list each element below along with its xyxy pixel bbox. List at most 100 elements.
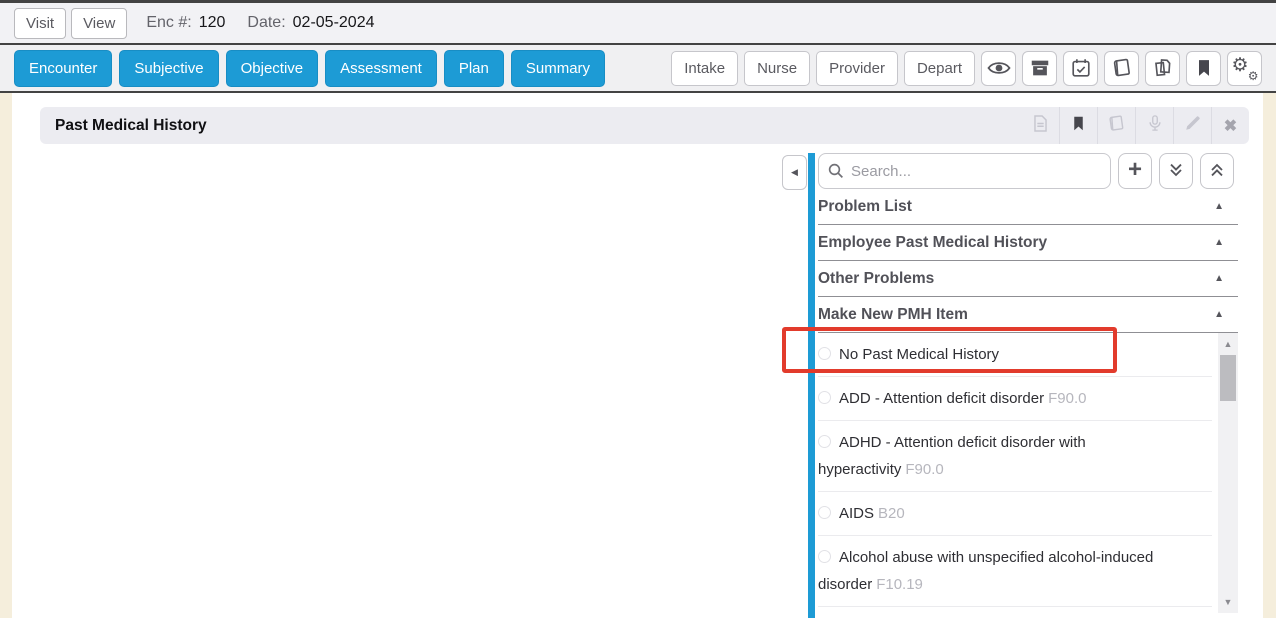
scroll-down-icon[interactable]: ▼ bbox=[1218, 597, 1238, 607]
list-item-adhd[interactable]: ADHD - Attention deficit disorder with h… bbox=[818, 421, 1212, 492]
archive-button[interactable] bbox=[1022, 51, 1057, 86]
tab-summary[interactable]: Summary bbox=[511, 50, 605, 87]
gear-large-glyph: ⚙ bbox=[1232, 54, 1249, 77]
item-label: ADHD - Attention deficit disorder with h… bbox=[818, 434, 1086, 478]
search-field-wrap bbox=[818, 153, 1111, 189]
chevron-double-up-icon bbox=[1207, 160, 1227, 183]
group-make-new-pmh[interactable]: Make New PMH Item ▲ bbox=[818, 297, 1238, 333]
date-value: 02-05-2024 bbox=[293, 14, 375, 32]
document-icon bbox=[1031, 114, 1050, 138]
close-section-button[interactable]: ✖ bbox=[1211, 107, 1249, 144]
collapse-triangle-icon: ▲ bbox=[1214, 237, 1224, 248]
scroll-up-icon[interactable]: ▲ bbox=[1218, 339, 1238, 349]
nav-toolbar: Encounter Subjective Objective Assessmen… bbox=[0, 45, 1276, 93]
group-title: Employee Past Medical History bbox=[818, 234, 1047, 252]
item-code: F90.0 bbox=[905, 461, 943, 478]
microphone-icon bbox=[1146, 114, 1164, 137]
search-input[interactable] bbox=[818, 153, 1111, 189]
microphone-button[interactable] bbox=[1135, 107, 1173, 144]
book-button[interactable] bbox=[1104, 51, 1139, 86]
search-icon bbox=[827, 162, 845, 185]
group-other-problems[interactable]: Other Problems ▲ bbox=[818, 261, 1238, 297]
tab-subjective[interactable]: Subjective bbox=[119, 50, 218, 87]
panel-collapse-button[interactable]: ◀ bbox=[782, 155, 807, 190]
radio-icon bbox=[818, 506, 831, 519]
collapse-triangle-icon: ▲ bbox=[1214, 201, 1224, 212]
radio-icon bbox=[818, 550, 831, 563]
list-item-no-pmh[interactable]: No Past Medical History bbox=[818, 333, 1212, 377]
nurse-button[interactable]: Nurse bbox=[744, 51, 810, 86]
eye-icon bbox=[987, 56, 1011, 80]
item-label: No Past Medical History bbox=[839, 346, 999, 363]
book-icon bbox=[1111, 57, 1133, 79]
panel-accent-bar bbox=[808, 153, 815, 618]
copy-pages-button[interactable] bbox=[1145, 51, 1180, 86]
eye-button[interactable] bbox=[981, 51, 1016, 86]
scrollbar-thumb[interactable] bbox=[1220, 355, 1236, 401]
provider-button[interactable]: Provider bbox=[816, 51, 898, 86]
panel-controls: + bbox=[818, 153, 1238, 189]
group-title: Other Problems bbox=[818, 270, 934, 288]
gears-icon: ⚙ ⚙ bbox=[1234, 57, 1256, 79]
expand-all-button[interactable] bbox=[1159, 153, 1193, 189]
gears-button[interactable]: ⚙ ⚙ bbox=[1227, 51, 1262, 86]
item-label: Alcohol abuse with unspecified alcohol-i… bbox=[818, 549, 1153, 593]
item-label: AIDS bbox=[839, 505, 874, 522]
bookmark-icon bbox=[1070, 115, 1087, 137]
intake-button[interactable]: Intake bbox=[671, 51, 738, 86]
chevron-double-down-icon bbox=[1166, 160, 1186, 183]
encounter-date: Date: 02-05-2024 bbox=[247, 14, 374, 32]
copy-pages-icon bbox=[1152, 57, 1174, 79]
visit-button[interactable]: Visit bbox=[14, 8, 66, 39]
view-button[interactable]: View bbox=[71, 8, 127, 39]
group-employee-pmh[interactable]: Employee Past Medical History ▲ bbox=[818, 225, 1238, 261]
collapse-triangle-icon: ▲ bbox=[1214, 273, 1224, 284]
content-area: Past Medical History bbox=[0, 93, 1276, 618]
close-icon: ✖ bbox=[1224, 116, 1237, 136]
item-code: F10.19 bbox=[876, 576, 923, 593]
role-and-action-buttons: Intake Nurse Provider Depart bbox=[671, 51, 1262, 86]
section-toolbar: ✖ bbox=[1021, 107, 1249, 144]
chevron-left-icon: ◀ bbox=[791, 167, 798, 178]
list-scrollbar[interactable]: ▲ ▼ bbox=[1218, 333, 1238, 613]
bookmark-button[interactable] bbox=[1186, 51, 1221, 86]
panel-body: + bbox=[818, 153, 1238, 618]
document-button[interactable] bbox=[1021, 107, 1059, 144]
archive-icon bbox=[1029, 57, 1051, 79]
edit-button[interactable] bbox=[1173, 107, 1211, 144]
book-icon bbox=[1107, 114, 1126, 138]
group-title: Problem List bbox=[818, 198, 912, 216]
group-problem-list[interactable]: Problem List ▲ bbox=[818, 189, 1238, 225]
collapse-all-button[interactable] bbox=[1200, 153, 1234, 189]
depart-button[interactable]: Depart bbox=[904, 51, 975, 86]
add-item-button[interactable]: + bbox=[1118, 153, 1152, 189]
enc-label: Enc #: bbox=[146, 14, 191, 32]
group-title: Make New PMH Item bbox=[818, 306, 968, 324]
item-code: B20 bbox=[878, 505, 905, 522]
list-item-alcohol-abuse[interactable]: Alcohol abuse with unspecified alcohol-i… bbox=[818, 536, 1212, 607]
tab-objective[interactable]: Objective bbox=[226, 50, 319, 87]
bookmark-icon bbox=[1194, 58, 1214, 78]
tab-encounter[interactable]: Encounter bbox=[14, 50, 112, 87]
radio-icon bbox=[818, 347, 831, 360]
radio-icon bbox=[818, 391, 831, 404]
book-section-button[interactable] bbox=[1097, 107, 1135, 144]
pencil-icon bbox=[1184, 114, 1202, 137]
section-header: Past Medical History bbox=[40, 107, 1249, 144]
bookmark-section-button[interactable] bbox=[1059, 107, 1097, 144]
problem-picker-panel: ◀ + bbox=[782, 153, 1238, 618]
gear-small-glyph: ⚙ bbox=[1248, 69, 1259, 83]
tab-plan[interactable]: Plan bbox=[444, 50, 504, 87]
list-item-alcohol-dependence[interactable]: Alcohol dependence with unspecified alco… bbox=[818, 607, 1212, 613]
list-item-add[interactable]: ADD - Attention deficit disorderF90.0 bbox=[818, 377, 1212, 421]
item-code: F90.0 bbox=[1048, 390, 1086, 407]
page-title: Past Medical History bbox=[55, 117, 207, 135]
calendar-check-button[interactable] bbox=[1063, 51, 1098, 86]
tab-assessment[interactable]: Assessment bbox=[325, 50, 437, 87]
radio-icon bbox=[818, 435, 831, 448]
list-item-aids[interactable]: AIDSB20 bbox=[818, 492, 1212, 536]
encounter-number: Enc #: 120 bbox=[146, 14, 225, 32]
pmh-item-list: No Past Medical History ADD - Attention … bbox=[818, 333, 1238, 613]
date-label: Date: bbox=[247, 14, 285, 32]
item-label: ADD - Attention deficit disorder bbox=[839, 390, 1044, 407]
